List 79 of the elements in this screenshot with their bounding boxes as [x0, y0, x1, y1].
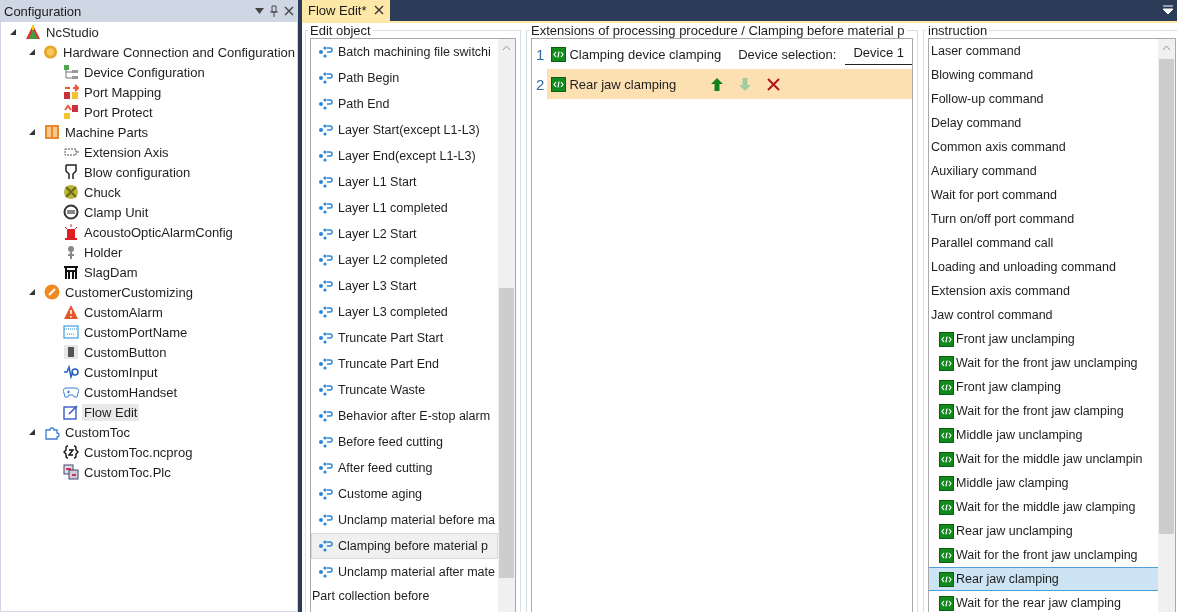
instruction-item[interactable]: Middle jaw unclamping: [956, 428, 1083, 442]
field-label: Device selection:: [738, 46, 837, 62]
tree-item[interactable]: Hardware Connection and Configuration: [61, 43, 297, 61]
list-item[interactable]: Part collection before: [312, 589, 430, 603]
tree-item[interactable]: Port Mapping: [82, 83, 164, 101]
panel-title: Configuration: [4, 3, 83, 19]
list-item[interactable]: Layer L2 Start: [338, 227, 417, 241]
tab[interactable]: Flow Edit*: [302, 0, 390, 21]
tree-item[interactable]: Blow configuration: [82, 163, 193, 181]
list-item[interactable]: Unclamp material after mate: [338, 565, 495, 579]
line-number: 2: [535, 74, 546, 95]
list-item[interactable]: Batch machining file switchi: [338, 45, 491, 59]
tree-item[interactable]: CustomPortName: [82, 323, 190, 341]
tree-item[interactable]: CustomToc.ncprog: [82, 443, 195, 461]
instruction-item[interactable]: Delay command: [931, 116, 1022, 130]
instruction-item[interactable]: Wait for the rear jaw clamping: [956, 596, 1121, 610]
instruction-item[interactable]: Front jaw unclamping: [956, 332, 1075, 346]
instruction-item[interactable]: Loading and unloading command: [931, 260, 1116, 274]
instruction-item[interactable]: Turn on/off port command: [931, 212, 1075, 226]
list-item[interactable]: Layer L3 Start: [338, 279, 417, 293]
list-item[interactable]: Truncate Part End: [338, 357, 439, 371]
group-title: instruction: [927, 23, 989, 38]
tree-item[interactable]: Flow Edit: [82, 403, 140, 421]
instruction-item[interactable]: Rear jaw unclamping: [956, 524, 1073, 538]
tree-item[interactable]: Clamp Unit: [82, 203, 151, 221]
tree-item[interactable]: AcoustoOpticAlarmConfig: [82, 223, 235, 241]
instruction-item[interactable]: Wait for the front jaw unclamping: [956, 548, 1138, 562]
device-select[interactable]: Device 1: [845, 43, 912, 65]
instruction-item[interactable]: Wait for the middle jaw unclampin: [956, 452, 1143, 466]
instruction-item[interactable]: Jaw control command: [931, 308, 1053, 322]
tree-item[interactable]: CustomerCustomizing: [63, 283, 195, 301]
list-item[interactable]: Path End: [338, 97, 390, 111]
instruction-item[interactable]: Wait for the front jaw clamping: [956, 404, 1124, 418]
list-item[interactable]: Behavior after E-stop alarm: [338, 409, 491, 423]
instruction-item[interactable]: Extension axis command: [931, 284, 1070, 298]
instruction-item[interactable]: Middle jaw clamping: [956, 476, 1069, 490]
instruction-item[interactable]: Front jaw clamping: [956, 380, 1061, 394]
instruction-item[interactable]: Blowing command: [931, 68, 1034, 82]
step-label: Rear jaw clamping: [569, 76, 677, 92]
instruction-item[interactable]: Wait for the front jaw unclamping: [956, 356, 1138, 370]
list-item[interactable]: Layer Start(except L1-L3): [338, 123, 480, 137]
line-number: 1: [535, 44, 546, 65]
instruction-item[interactable]: Auxiliary command: [931, 164, 1037, 178]
tree-item[interactable]: Device Configuration: [82, 63, 207, 81]
group-title: Edit object: [309, 23, 372, 38]
tree-item[interactable]: CustomToc: [63, 423, 133, 441]
tree-item[interactable]: Port Protect: [82, 103, 155, 121]
list-item[interactable]: Before feed cutting: [338, 435, 443, 449]
instruction-item[interactable]: Wait for port command: [931, 188, 1057, 202]
instruction-item[interactable]: Common axis command: [931, 140, 1066, 154]
instruction-item[interactable]: Follow-up command: [931, 92, 1044, 106]
list-item[interactable]: Layer L1 completed: [338, 201, 448, 215]
list-item[interactable]: Path Begin: [338, 71, 400, 85]
group-title: Extensions of processing procedure / Clamping before material p: [530, 23, 906, 38]
instruction-item[interactable]: Parallel command call: [931, 236, 1054, 250]
tree-item[interactable]: SlagDam: [82, 263, 140, 281]
tree-item[interactable]: CustomHandset: [82, 383, 180, 401]
tree-item[interactable]: CustomButton: [82, 343, 169, 361]
tree-item[interactable]: Extension Axis: [82, 143, 171, 161]
tree-item[interactable]: Chuck: [82, 183, 123, 201]
list-item[interactable]: Unclamp material before ma: [338, 513, 495, 527]
list-item[interactable]: Truncate Part Start: [338, 331, 444, 345]
list-item[interactable]: Layer L1 Start: [338, 175, 417, 189]
tree-item[interactable]: CustomToc.Plc: [82, 463, 173, 481]
list-item[interactable]: Layer L3 completed: [338, 305, 448, 319]
flow-step-row[interactable]: Rear jaw clamping: [547, 69, 912, 99]
instruction-item[interactable]: Laser command: [931, 44, 1021, 58]
tree-item[interactable]: NcStudio: [44, 23, 101, 41]
instruction-item[interactable]: Wait for the middle jaw clamping: [956, 500, 1136, 514]
list-item[interactable]: Layer End(except L1-L3): [338, 149, 476, 163]
tree-item[interactable]: CustomAlarm: [82, 303, 165, 321]
step-label: Clamping device clamping: [569, 46, 722, 62]
list-item[interactable]: Custome aging: [338, 487, 423, 501]
list-item[interactable]: Truncate Waste: [338, 383, 426, 397]
tree-item[interactable]: CustomInput: [82, 363, 160, 381]
tree-item[interactable]: Holder: [82, 243, 125, 261]
list-item[interactable]: Layer L2 completed: [338, 253, 448, 267]
tree-item[interactable]: Machine Parts: [63, 123, 151, 141]
list-item[interactable]: After feed cutting: [338, 461, 433, 475]
